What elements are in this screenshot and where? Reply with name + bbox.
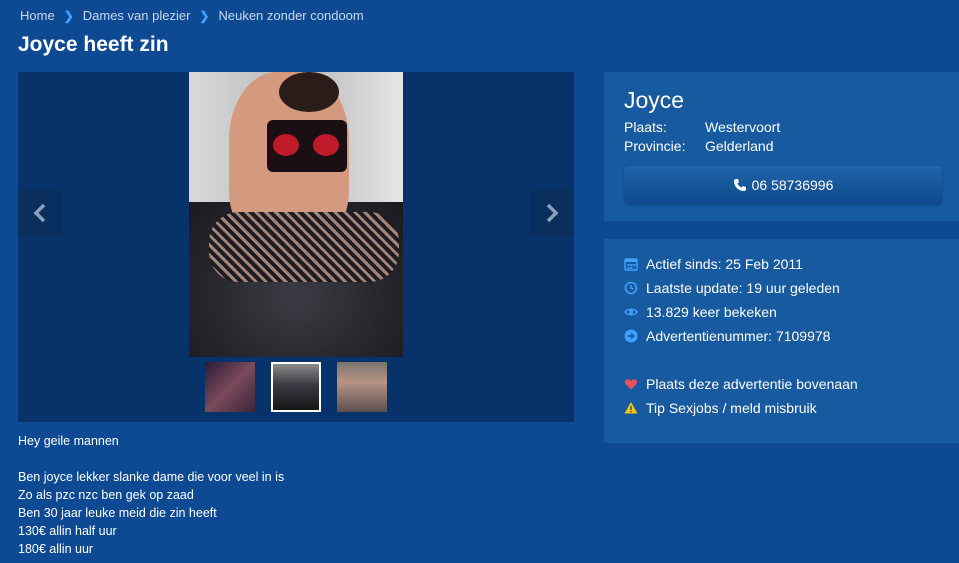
arrow-circle-right-icon <box>624 329 638 343</box>
last-update-text: Laatste update: 19 uur geleden <box>646 280 840 296</box>
phone-number: 06 58736996 <box>751 177 834 193</box>
place-row: Plaats: Westervoort <box>624 119 780 135</box>
description-line: 130€ allin half uur <box>18 524 117 538</box>
description-line <box>18 450 284 468</box>
last-update-row: Laatste update: 19 uur geleden <box>624 280 840 296</box>
ad-number-row: Advertentienummer: 7109978 <box>624 328 830 344</box>
breadcrumb-subcategory[interactable]: Neuken zonder condoom <box>218 8 363 23</box>
gallery-thumbnail-3[interactable] <box>337 362 387 412</box>
chevron-right-icon: ❯ <box>199 8 210 23</box>
eye-icon <box>624 308 638 316</box>
gallery-next-button[interactable] <box>530 190 574 236</box>
heart-icon <box>624 379 638 390</box>
calendar-icon <box>624 258 638 271</box>
place-label: Plaats: <box>624 119 667 135</box>
province-value: Gelderland <box>705 138 774 154</box>
ad-number-text: Advertentienummer: 7109978 <box>646 328 831 344</box>
breadcrumb-category[interactable]: Dames van plezier <box>83 8 191 23</box>
views-text: 13.829 keer bekeken <box>646 304 777 320</box>
gallery-thumbnail-1[interactable] <box>205 362 255 412</box>
province-row: Provincie: Gelderland <box>624 138 774 154</box>
description-line: 180€ allin uur <box>18 542 94 556</box>
chevron-right-icon: ❯ <box>63 8 74 23</box>
description-line: Zo als pzc nzc ben gek op zaad <box>18 488 194 502</box>
views-row: 13.829 keer bekeken <box>624 304 777 320</box>
promote-link[interactable]: Plaats deze advertentie bovenaan <box>624 376 858 392</box>
breadcrumb: Home ❯ Dames van plezier ❯ Neuken zonder… <box>20 8 364 23</box>
active-since-row: Actief sinds: 25 Feb 2011 <box>624 256 803 272</box>
chevron-left-icon <box>33 203 46 223</box>
page-title: Joyce heeft zin <box>18 33 169 56</box>
gallery-thumbnail-2-selected[interactable] <box>271 362 321 412</box>
gallery-prev-button[interactable] <box>18 190 62 236</box>
description-line: Ben joyce lekker slanke dame die voor ve… <box>18 470 285 484</box>
active-since-text: Actief sinds: 25 Feb 2011 <box>646 256 803 272</box>
place-value: Westervoort <box>705 119 781 135</box>
profile-name: Joyce <box>624 87 685 113</box>
clock-icon <box>624 281 638 295</box>
report-text: Tip Sexjobs / meld misbruik <box>646 400 817 416</box>
promote-text: Plaats deze advertentie bovenaan <box>646 376 858 392</box>
phone-icon <box>733 179 746 191</box>
stats-card: Actief sinds: 25 Feb 2011 Laatste update… <box>604 239 959 443</box>
photo-gallery <box>18 72 574 422</box>
description-line: Hey geile mannen <box>18 434 119 448</box>
main-photo[interactable] <box>189 72 403 357</box>
description-line: Ben 30 jaar leuke meid die zin heeft <box>18 506 217 520</box>
ad-description: Hey geile mannen Ben joyce lekker slanke… <box>18 432 284 558</box>
chevron-right-icon <box>546 203 559 223</box>
profile-card: Joyce Plaats: Westervoort Provincie: Gel… <box>604 72 959 221</box>
breadcrumb-home[interactable]: Home <box>20 8 55 23</box>
report-link[interactable]: Tip Sexjobs / meld misbruik <box>624 400 817 416</box>
phone-button[interactable]: 06 58736996 <box>624 166 942 204</box>
warning-icon <box>624 402 638 414</box>
province-label: Provincie: <box>624 138 686 154</box>
